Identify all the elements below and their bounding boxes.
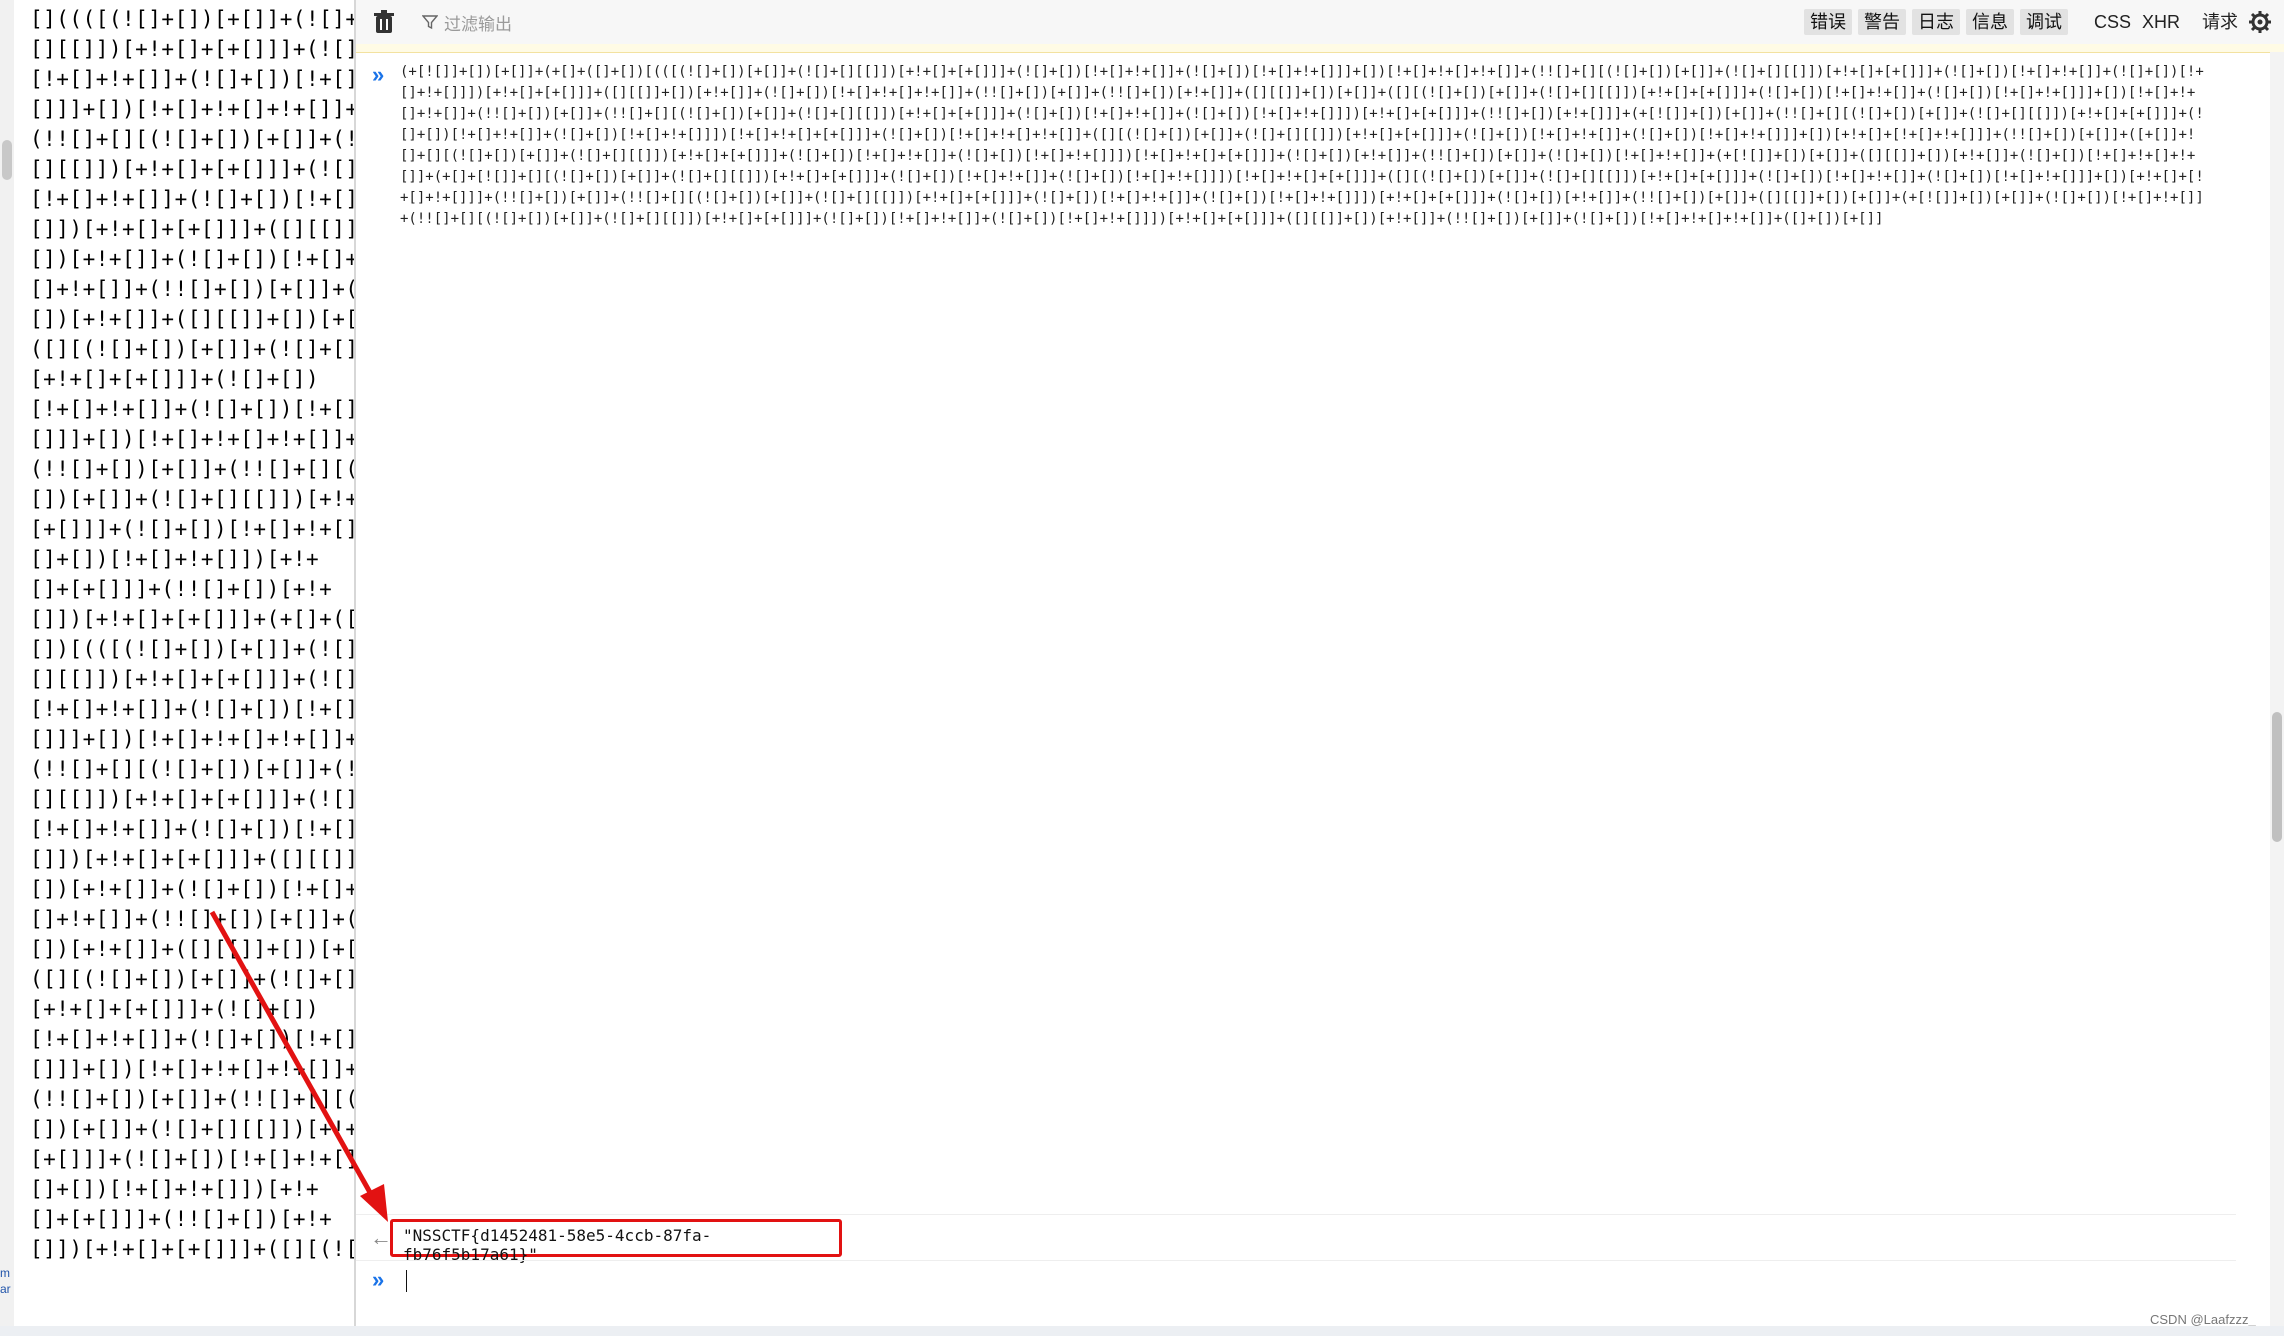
source-line: [!+[]+!+[]]+(![]+[])[!+[]+!+ (30, 1027, 354, 1051)
clear-console-button[interactable] (370, 8, 398, 36)
result-arrow-icon: ← (370, 1225, 392, 1250)
console-prompt[interactable]: » (356, 1260, 2236, 1301)
source-line: []((([(![]+[])[+[]]+(![]+ (30, 7, 354, 31)
source-line: [+[]]]+(![]+[])[!+[]+!+[]]+(! (30, 517, 354, 541)
level-info-button[interactable]: 信息 (1966, 9, 2014, 35)
source-line: [])[+!+[]]+([][[]]+[])[+[]]+ (30, 307, 354, 331)
left-scrollbar[interactable] (0, 0, 14, 1336)
source-line: [])[+!+[]]+([][[]]+[])[+[]]+ (30, 937, 354, 961)
source-line: [+[]]]+(![]+[])[!+[]+!+[]]+(! (30, 1147, 354, 1171)
source-line: (!![]+[][(![]+[])[+[]]+(![]+ (30, 757, 354, 781)
level-errors-button[interactable]: 错误 (1804, 9, 1852, 35)
source-line: [])[+[]]+(![]+[][[]])[+!+[]+ (30, 1117, 354, 1141)
filter-xhr-button[interactable]: XHR (2142, 9, 2180, 35)
source-line: []+[+[]]]+(!![]+[])[+!+ (30, 1207, 333, 1231)
console-toolbar: 过滤输出 错误 警告 日志 信息 调试 CSS XHR 请求 (356, 0, 2284, 45)
level-logs-button[interactable]: 日志 (1912, 9, 1960, 35)
source-line: [][[]])[+!+[]+[+[]]]+(![]+[]) (30, 157, 354, 181)
source-line: []]]+[])[!+[]+!+[]+!+[]]+ (30, 427, 354, 451)
source-line: [])[(([(![]+[])[+[]]+(![]+ (30, 637, 354, 661)
source-line: []]]+[])[!+[]+!+[]+!+[]]+ (30, 727, 354, 751)
source-line: (!![]+[])[+[]]+(!![]+[][(![]+ (30, 457, 354, 481)
trash-icon (374, 10, 394, 33)
source-line: (!![]+[])[+[]]+(!![]+[][(![]+ (30, 1087, 354, 1111)
left-scrollbar-thumb[interactable] (2, 140, 12, 180)
console-output: » (+[![]]+[])[+[]]+(+[]+([]+[])[(([(![]+… (356, 52, 2236, 1336)
source-line: [])[+!+[]]+(![]+[])[!+[]+!+ (30, 247, 354, 271)
edge-link[interactable]: m (0, 1266, 10, 1280)
taskbar-edge (0, 1326, 2284, 1336)
source-line: []])[+!+[]+[+[]]]+([][[]]+ (30, 217, 354, 241)
input-echo-chevron-icon: » (372, 62, 385, 87)
text-caret (406, 1270, 407, 1292)
settings-button[interactable] (2246, 8, 2274, 36)
filter-css-button[interactable]: CSS (2094, 9, 2131, 35)
source-line: []])[+!+[]+[+[]]]+([][[]]+ (30, 847, 354, 871)
source-line: [!+[]+!+[]]+(![]+[])[!+[]+!+ (30, 187, 354, 211)
prompt-chevron-icon: » (372, 1267, 385, 1292)
source-line: (!![]+[][(![]+[])[+[]]+(![]+ (30, 127, 354, 151)
source-line: [!+[]+!+[]]+(![]+[])[!+[]+!+ (30, 67, 354, 91)
source-line: [][[]])[+!+[]+[+[]]]+(![]+[]) (30, 667, 354, 691)
filter-placeholder: 过滤输出 (444, 14, 512, 34)
result-row: ← "NSSCTF{d1452481-58e5-4ccb-87fa-fb76f5… (356, 1214, 2236, 1264)
source-line: [!+[]+!+[]]+(![]+[])[!+[]+!+ (30, 817, 354, 841)
source-line: []]]+[])[!+[]+!+[]+!+[]]+ (30, 97, 354, 121)
source-line: [][[]])[+!+[]+[+[]]]+(![]+[]) (30, 37, 354, 61)
source-line: []+!+[]]+(!![]+[])[+[]]+(!![]+ (30, 907, 354, 931)
source-line: []+!+[]]+(!![]+[])[+[]]+(!![]+ (30, 277, 354, 301)
source-line: []])[+!+[]+[+[]]]+(+[]+([]+ (30, 607, 354, 631)
source-line: [!+[]+!+[]]+(![]+[])[!+[]+!+ (30, 697, 354, 721)
source-line: [])[+[]]+(![]+[][[]])[+!+[]+ (30, 487, 354, 511)
console-scrollbar[interactable] (2270, 52, 2284, 1336)
source-line: [!+[]+!+[]]+(![]+[])[!+[]+!+ (30, 397, 354, 421)
source-line: []+[])[!+[]+!+[]])[+!+ (30, 1177, 320, 1201)
watermark: CSDN @Laafzzz_ (2150, 1312, 2256, 1327)
gear-icon (2249, 11, 2271, 33)
source-line: []]]+[])[!+[]+!+[]+!+[]]+ (30, 1057, 354, 1081)
input-echo-code: (+[![]]+[])[+[]]+(+[]+([]+[])[(([(![]+[]… (400, 64, 2204, 227)
source-line: [][[]])[+!+[]+[+[]]]+(![]+[]) (30, 787, 354, 811)
source-line: [])[+!+[]]+(![]+[])[!+[]+!+ (30, 877, 354, 901)
page-source-pane: []((([(![]+[])[+[]]+(![]+ [][[]])[+!+[]+[… (0, 0, 354, 1336)
source-line: [+!+[]+[+[]]]+(![]+[]) (30, 997, 320, 1021)
result-highlight-box: "NSSCTF{d1452481-58e5-4ccb-87fa-fb76f5b1… (390, 1219, 842, 1264)
console-scrollbar-thumb[interactable] (2272, 712, 2282, 842)
filter-requests-button[interactable]: 请求 (2202, 9, 2238, 35)
level-warnings-button[interactable]: 警告 (1858, 9, 1906, 35)
source-line: ([][(![]+[])[+[]]+(![]+[][[]]) (30, 967, 354, 991)
source-line: []+[+[]]]+(!![]+[])[+!+ (30, 577, 333, 601)
source-line: []])[+!+[]+[+[]]]+([][(![]+ (30, 1237, 354, 1261)
filter-icon (422, 15, 438, 30)
devtools-console: 过滤输出 错误 警告 日志 信息 调试 CSS XHR 请求 » (+[![]]… (356, 0, 2284, 1336)
source-line: ([][(![]+[])[+[]]+(![]+[][[]]) (30, 337, 354, 361)
edge-link[interactable]: ar (0, 1282, 11, 1296)
source-line: []+[])[!+[]+!+[]])[+!+ (30, 547, 320, 571)
result-value: "NSSCTF{d1452481-58e5-4ccb-87fa-fb76f5b1… (403, 1226, 712, 1264)
source-line: [+!+[]+[+[]]]+(![]+[]) (30, 367, 320, 391)
filter-input[interactable]: 过滤输出 (422, 8, 962, 36)
level-debug-button[interactable]: 调试 (2020, 9, 2068, 35)
